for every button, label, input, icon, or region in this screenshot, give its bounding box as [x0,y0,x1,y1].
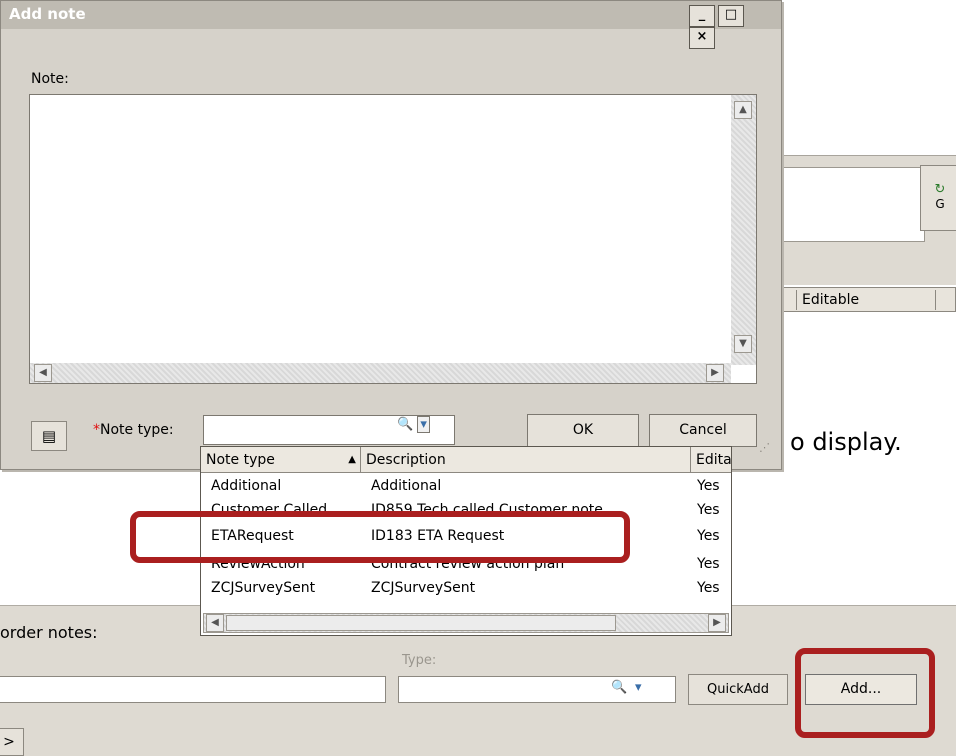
note-textarea[interactable] [29,94,757,384]
go-label: G [935,197,945,211]
dropdown-row[interactable]: ZCJSurveySent ZCJSurveySent Yes [201,577,731,599]
type-dropdown-icon[interactable]: ▾ [635,680,642,695]
column-header-editable[interactable]: Edita [691,447,732,473]
row-description: ZCJSurveySent [371,580,476,596]
note-label: Note: [31,71,69,87]
scroll-down-icon[interactable]: ▼ [734,335,752,353]
type-input[interactable]: 🔍 ▾ [398,676,676,703]
required-marker: * [93,422,100,438]
note-type-label: *Note type: [93,422,174,438]
row-editable: Yes [697,580,720,596]
empty-grid-message: o display. [790,428,902,456]
row-note-type: ZCJSurveySent [211,580,316,596]
row-description: Additional [371,478,442,494]
next-button[interactable]: > [0,728,24,756]
notes-icon: ▤ [41,427,57,445]
notes-icon-button[interactable]: ▤ [31,421,67,451]
sort-ascending-icon: ▲ [348,454,356,465]
order-notes-label: order notes: [0,623,98,642]
note-vertical-scrollbar[interactable]: ▲ ▼ [731,95,756,365]
type-lookup-icon[interactable]: 🔍 [611,680,627,695]
maximize-button[interactable]: □ [718,5,744,27]
editable-column-header[interactable]: Editable [796,290,936,310]
minimize-button[interactable]: _ [689,5,715,27]
row-editable: Yes [697,556,720,572]
quickadd-button[interactable]: QuickAdd [688,674,788,705]
scroll-up-icon[interactable]: ▲ [734,101,752,119]
dropdown-icon[interactable]: ▾ [417,416,430,433]
eta-request-highlight [130,511,630,563]
row-editable: Yes [697,478,720,494]
note-type-label-text: Note type: [100,422,174,438]
row-editable: Yes [697,528,720,544]
go-icon: ↻ [934,182,946,197]
column-header-note-type[interactable]: Note type ▲ [201,447,361,473]
scrollbar-thumb[interactable] [226,615,616,631]
add-note-dialog: Add note _ □× Note: ▲ ▼ ◀ ▶ ▤ *Note type:… [0,0,782,470]
ok-button[interactable]: OK [527,414,639,447]
close-button[interactable]: × [689,27,715,49]
scroll-right-icon[interactable]: ▶ [708,614,726,632]
dialog-titlebar[interactable]: Add note _ □× [1,1,781,49]
scroll-left-icon[interactable]: ◀ [34,364,52,382]
window-controls: _ □× [689,5,773,49]
dialog-title: Add note [9,5,86,23]
dropdown-row[interactable]: Additional Additional Yes [201,475,731,497]
row-note-type: Additional [211,478,282,494]
go-button[interactable]: ↻ G [920,165,956,231]
note-type-lookup-controls: 🔍 ▾ [397,416,430,433]
scroll-right-icon[interactable]: ▶ [706,364,724,382]
resize-grip-icon[interactable]: ⋰ [759,441,777,459]
column-header-note-type-label: Note type [206,452,275,468]
cancel-button[interactable]: Cancel [649,414,757,447]
add-button-highlight [795,648,935,738]
order-notes-input[interactable] [0,676,386,703]
lookup-icon[interactable]: 🔍 [397,417,413,432]
dropdown-horizontal-scrollbar[interactable]: ◀ ▶ [203,613,729,633]
scroll-left-icon[interactable]: ◀ [206,614,224,632]
dropdown-header: Note type ▲ Description Edita [201,447,732,473]
column-header-description[interactable]: Description [361,447,691,473]
type-label: Type: [402,653,437,668]
row-editable: Yes [697,502,720,518]
note-horizontal-scrollbar[interactable]: ◀ ▶ [30,363,731,383]
